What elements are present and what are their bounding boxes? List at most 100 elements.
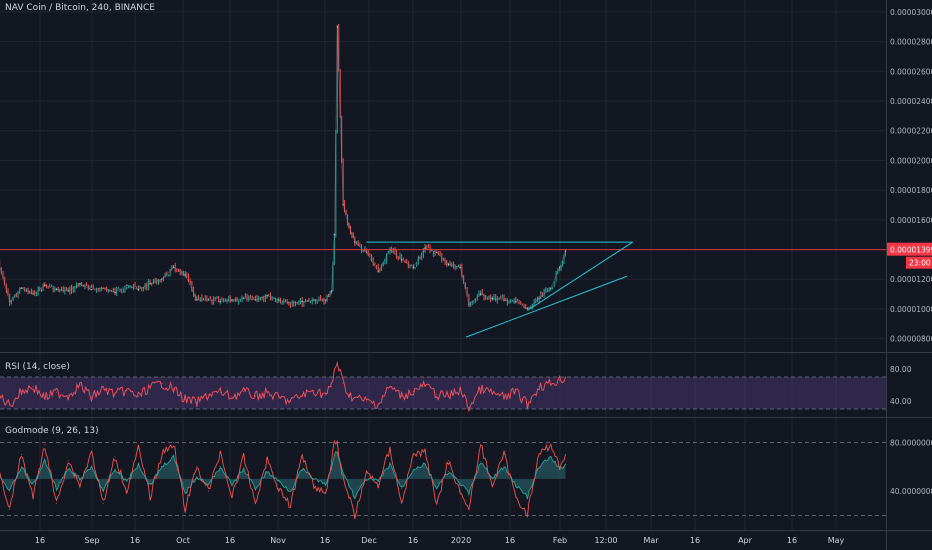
godmode-slow-point-50 [538, 466, 540, 468]
price-point-24 [278, 299, 280, 301]
price-point-39 [412, 266, 415, 269]
godmode-fast-point-16 [184, 508, 186, 510]
godmode-fast-point-18 [208, 490, 210, 492]
godmode-slow-point-19 [219, 466, 221, 468]
price-point-44 [468, 303, 470, 306]
godmode-fast-point-10 [114, 456, 116, 458]
price-point-41 [435, 251, 438, 254]
rsi-point-11 [126, 390, 128, 392]
x-tick-label-7: Dec [361, 536, 376, 545]
rsi-point-25 [289, 400, 292, 402]
godmode-fast-point-8 [91, 451, 93, 453]
price-point-22 [254, 299, 257, 301]
godmode-fast-point-1 [9, 508, 11, 510]
godmode-fast-point-42 [447, 460, 450, 462]
rsi-point-35 [365, 400, 368, 402]
price-point-34 [354, 241, 356, 243]
godmode-fast-point-49 [526, 512, 529, 514]
godmode-fast-point-13 [149, 496, 151, 498]
price-point-52 [558, 266, 561, 269]
godmode-fast-point-4 [44, 444, 46, 446]
price-point-33 [348, 226, 350, 229]
rsi-point-24 [278, 397, 280, 399]
godmode-slow-point-14 [161, 466, 163, 468]
rsi-tick-label-0: 40.00 [890, 397, 912, 406]
rsi-point-34 [354, 397, 356, 399]
y-tick-label-11: 0.00003000 [890, 8, 932, 17]
godmode-fast-point-34 [354, 514, 356, 516]
rsi-point-29 [330, 386, 333, 388]
price-point-23 [266, 294, 268, 297]
godmode-slow-point-34 [354, 496, 356, 498]
godmode-slow-point-15 [172, 456, 175, 458]
rsi-point-27 [313, 390, 315, 392]
price-point-7 [79, 282, 81, 285]
godmode-slow-point-45 [480, 461, 482, 463]
rsi-point-12 [137, 395, 139, 397]
price-point-18 [207, 299, 210, 301]
godmode-slow-point-10 [114, 468, 116, 470]
rsi-point-51 [550, 382, 552, 384]
godmode-slow-point-46 [491, 478, 493, 480]
price-point-30 [333, 233, 336, 236]
rsi-point-17 [196, 402, 198, 404]
godmode-fast-point-9 [102, 502, 104, 504]
godmode-slow-point-20 [231, 484, 233, 486]
rsi-tick-label-1: 80.00 [890, 365, 912, 374]
rsi-point-14 [161, 382, 163, 384]
godmode-slow-point-4 [44, 460, 46, 462]
x-tick-label-14: 16 [690, 536, 700, 545]
godmode-fast-point-53 [564, 453, 567, 456]
godmode-slow-point-6 [67, 468, 69, 470]
rsi-point-5 [55, 391, 58, 393]
x-tick-label-5: Nov [270, 536, 286, 545]
godmode-slow-point-40 [424, 463, 426, 465]
rsi-point-47 [503, 397, 505, 399]
rsi-point-42 [447, 395, 450, 397]
price-point-13 [149, 282, 151, 285]
godmode-fast-point-26 [301, 453, 303, 456]
price-point-31 [336, 25, 339, 28]
godmode-fast-point-38 [401, 502, 403, 504]
godmode-slow-point-25 [289, 490, 292, 492]
rsi-point-37 [389, 386, 391, 388]
price-point-26 [301, 300, 304, 303]
price-point-4 [44, 284, 46, 286]
x-tick-label-4: 16 [225, 536, 235, 545]
rsi-point-1 [9, 404, 11, 406]
price-point-32 [342, 204, 344, 206]
rsi-point-15 [172, 388, 175, 390]
price-point-45 [479, 293, 482, 295]
godmode-slow-point-8 [91, 466, 93, 468]
godmode-fast-point-25 [289, 505, 292, 507]
godmode-fast-point-12 [137, 447, 139, 450]
rsi-point-36 [377, 403, 379, 405]
price-point-5 [55, 288, 58, 291]
price-point-12 [137, 288, 140, 291]
godmode-fast-point-14 [161, 453, 163, 456]
chart-root: 16 Sep 16 Oct 16 Nov 16 Dec 16 2020 16 Feb 12:00 Mar 1… [0, 0, 932, 550]
godmode-fast-point-48 [515, 496, 517, 498]
y-tick-label-6: 0.00002000 [890, 156, 932, 165]
godmode-fast-point-7 [79, 484, 81, 486]
godmode-fast-point-3 [32, 496, 34, 498]
price-point-48 [514, 300, 517, 303]
godmode-slow-point-31 [336, 451, 338, 453]
price-point-8 [90, 288, 93, 291]
chart-canvas[interactable]: 16 Sep 16 Oct 16 Nov 16 Dec 16 2020 16 Feb 12:00 Mar 1… [0, 0, 932, 550]
rsi-point-6 [67, 394, 69, 396]
price-point-21 [242, 297, 245, 300]
price-point-16 [184, 273, 186, 276]
rsi-point-33 [348, 394, 350, 396]
godmode-slow-point-3 [32, 484, 34, 486]
y-tick-label-1: 0.00001000 [890, 305, 932, 314]
rsi-point-19 [219, 391, 221, 393]
x-tick-label-15: Apr [738, 536, 753, 545]
price-point-17 [196, 299, 198, 301]
godmode-fast-point-23 [266, 458, 268, 460]
godmode-slow-point-17 [196, 475, 198, 478]
y-tick-label-8: 0.00002400 [890, 97, 932, 106]
price-point-38 [400, 259, 403, 261]
godmode-fast-point-33 [348, 496, 350, 498]
x-tick-label-8: 16 [408, 536, 418, 545]
